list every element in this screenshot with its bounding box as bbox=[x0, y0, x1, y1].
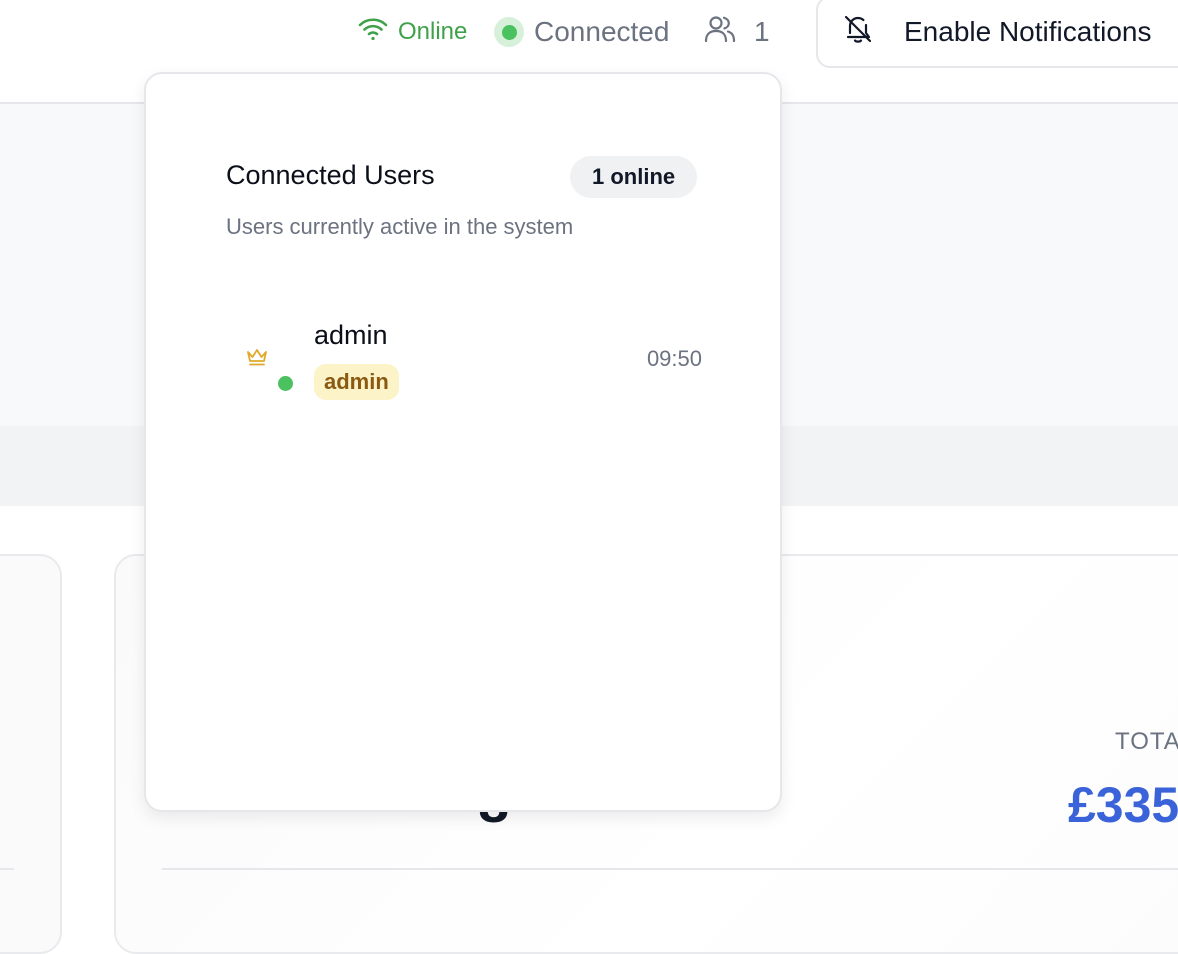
popover-subtitle: Users currently active in the system bbox=[226, 214, 574, 239]
crown-icon bbox=[246, 348, 268, 371]
enable-notifications-button[interactable]: Enable Notifications bbox=[816, 0, 1178, 68]
enable-notifications-label: Enable Notifications bbox=[904, 16, 1152, 47]
connection-status: Connected bbox=[494, 14, 669, 50]
user-online-dot bbox=[278, 376, 293, 391]
connection-status-label: Connected bbox=[534, 16, 670, 47]
stat-card-left-divider bbox=[0, 868, 14, 870]
user-last-seen-time: 09:50 bbox=[646, 346, 702, 371]
user-role-badge: admin bbox=[314, 364, 399, 400]
connection-status-dot bbox=[494, 17, 524, 47]
bell-off-icon bbox=[842, 13, 904, 52]
user-list-item[interactable]: admin admin 09:50 bbox=[226, 310, 702, 410]
connected-users-count: 1 bbox=[754, 16, 770, 47]
network-status-label: Online bbox=[398, 18, 468, 45]
users-icon bbox=[704, 15, 754, 50]
total-value: £335 bbox=[1068, 777, 1178, 833]
stat-card-main-divider bbox=[162, 868, 1178, 870]
online-count-badge: 1 online bbox=[570, 156, 698, 198]
connected-users-popover: Connected Users 1 online Users currently… bbox=[144, 72, 782, 812]
user-name: admin bbox=[314, 320, 388, 350]
total-label: TOTA bbox=[1115, 728, 1178, 755]
connected-users-button[interactable]: 1 bbox=[704, 14, 770, 50]
popover-title: Connected Users bbox=[226, 160, 435, 190]
network-status: Online bbox=[358, 14, 467, 50]
stat-card-left bbox=[0, 554, 62, 954]
wifi-icon bbox=[358, 16, 398, 49]
